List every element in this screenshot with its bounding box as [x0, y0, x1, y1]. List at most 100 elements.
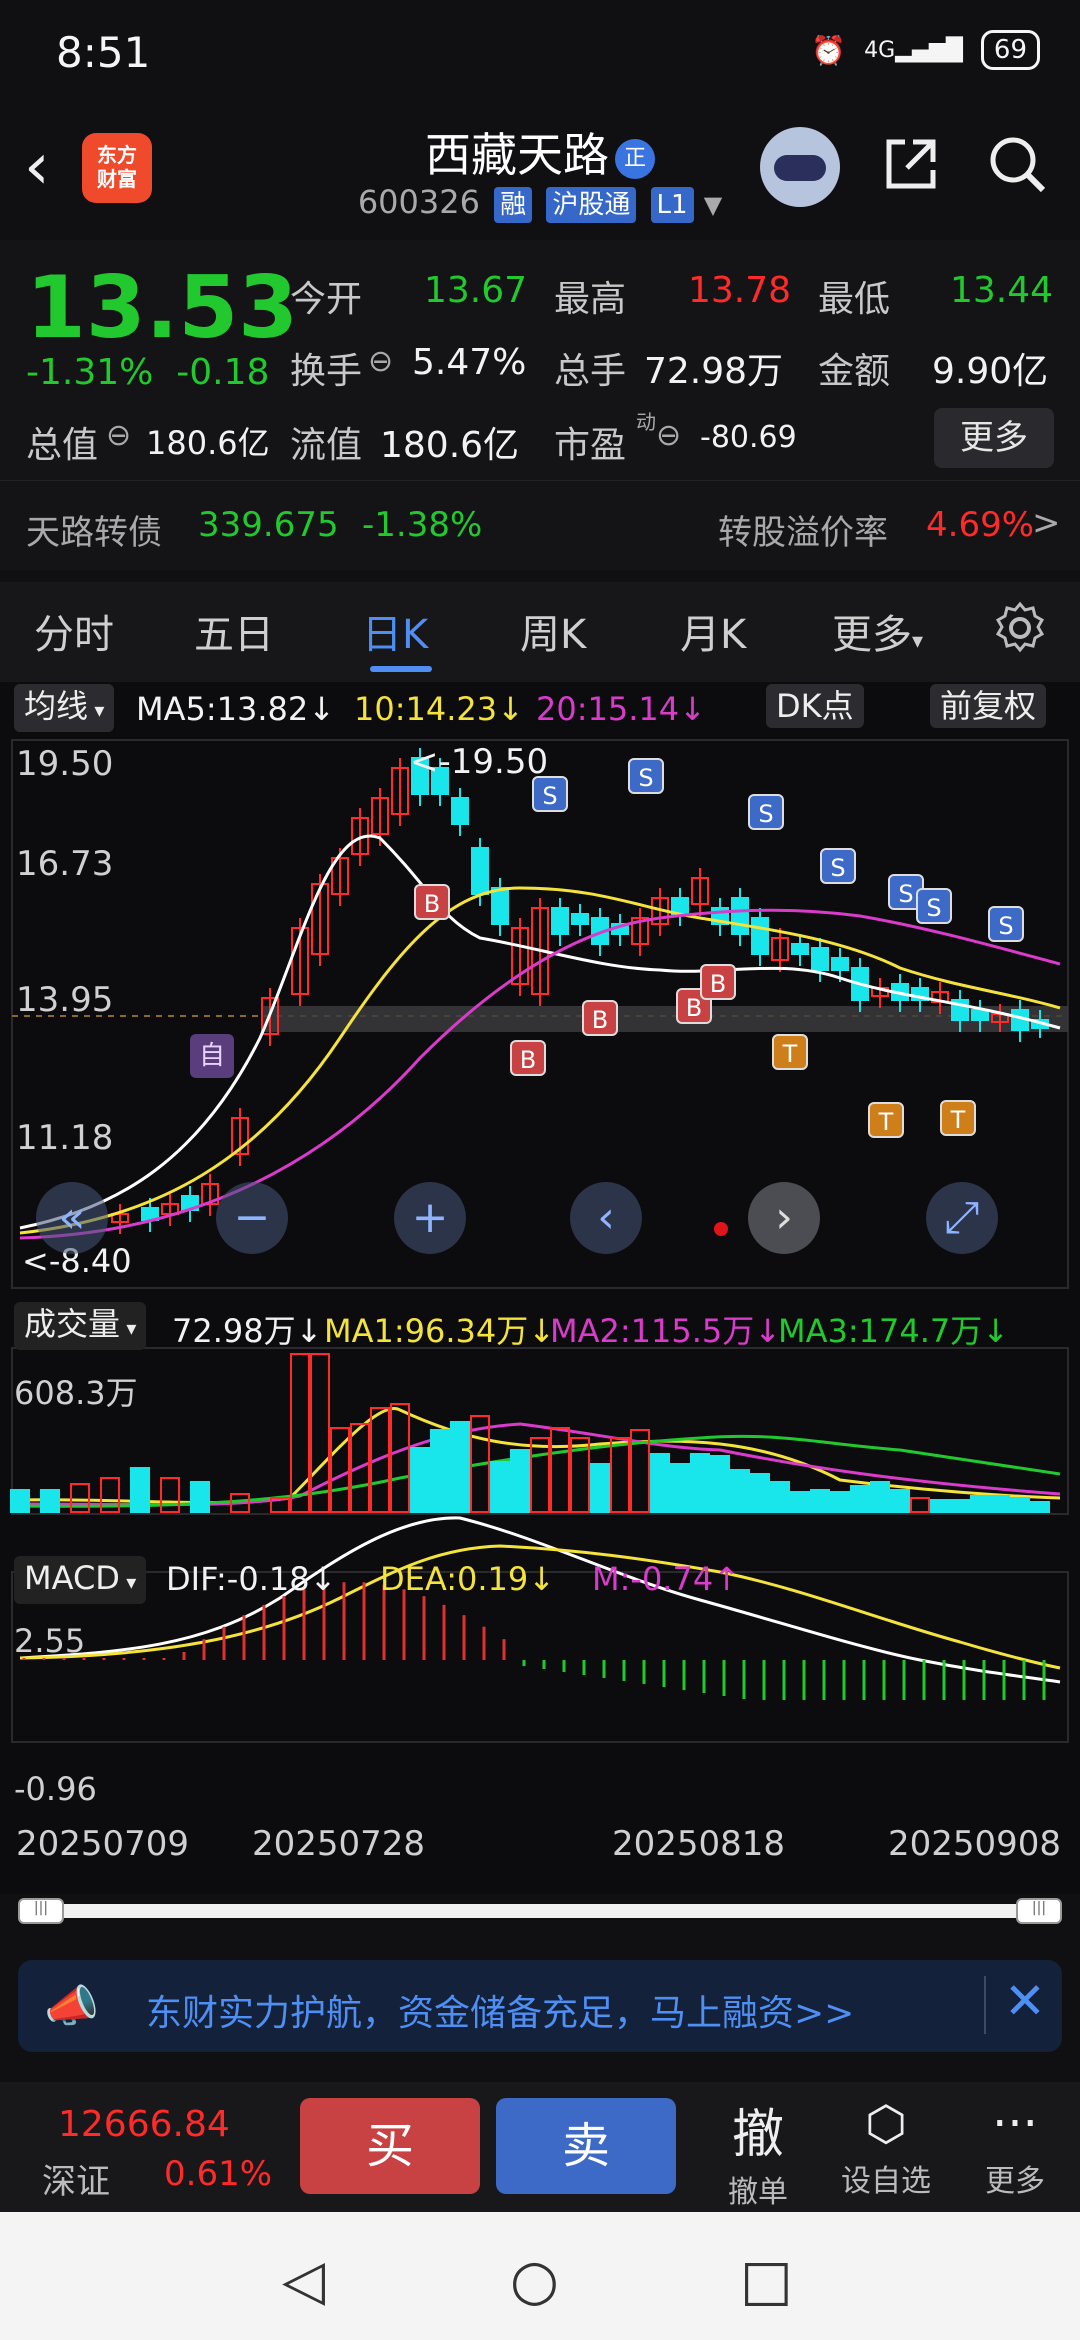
tab-five-day[interactable]: 五日 — [194, 602, 274, 660]
low-value: 13.44 — [950, 270, 1054, 311]
tag-level[interactable]: L1 — [650, 187, 694, 223]
dk-point-button[interactable]: DK点 — [766, 684, 864, 728]
self-select-marker[interactable]: 自 — [190, 1034, 234, 1078]
buy-button[interactable]: 买 — [300, 2098, 480, 2194]
rewind-icon[interactable]: « — [36, 1182, 108, 1254]
nav-recents-icon[interactable]: □ — [740, 2248, 793, 2313]
volume-bar — [650, 1453, 670, 1513]
status-bar: 8:51 ⏰ 4G▂▄▆█ 69 — [0, 0, 1080, 105]
assistant-robot-icon[interactable] — [760, 127, 840, 207]
amount-label: 金额 — [818, 351, 891, 392]
volume-value: 72.98万↓ — [172, 1312, 323, 1350]
high-value: 13.78 — [688, 270, 792, 311]
more-button[interactable]: ··· 更多 — [970, 2092, 1060, 2200]
t-signal-marker[interactable]: T — [772, 1034, 808, 1070]
more-quote-button[interactable]: 更多 — [934, 408, 1054, 468]
sell-button[interactable]: 卖 — [496, 2098, 676, 2194]
convertible-bond-row[interactable]: 天路转债 339.675 -1.38% 转股溢价率 4.69% > — [0, 480, 1080, 570]
zoom-out-icon[interactable]: − — [216, 1182, 288, 1254]
volume-indicator-select[interactable]: 成交量 ▾ — [14, 1302, 147, 1350]
buy-signal-marker[interactable]: B — [700, 964, 736, 1000]
macd-dif-value: DIF:-0.18↓ — [166, 1560, 337, 1598]
volume-bar — [530, 1437, 550, 1513]
macd-dif-line — [19, 1516, 1061, 1684]
candle-body — [731, 897, 749, 935]
vol-ma2-value: MA2:115.5万↓ — [550, 1312, 782, 1350]
kline-chart-area[interactable]: 均线 ▾ MA5:13.82↓ 10:14.23↓ 20:15.14↓ DK点 … — [0, 682, 1080, 1894]
macd-m-value: M:-0.74↑ — [592, 1560, 740, 1598]
sell-signal-marker[interactable]: S — [820, 848, 856, 884]
y-label-top: 19.50 — [16, 744, 114, 784]
date-1: 20250709 — [16, 1824, 190, 1864]
search-icon[interactable] — [982, 132, 1052, 202]
indicator-select[interactable]: 均线 ▾ — [14, 684, 115, 732]
mktcap-value: 180.6亿 — [146, 424, 270, 462]
sell-signal-marker[interactable]: S — [988, 906, 1024, 942]
range-slider-track[interactable] — [18, 1904, 1062, 1918]
scroll-left-icon[interactable]: ‹ — [570, 1182, 642, 1254]
pe-label: 市盈 — [554, 425, 627, 466]
candle-body — [551, 907, 569, 935]
tag-margin[interactable]: 融 — [494, 187, 533, 223]
bond-price: 339.675 — [198, 505, 339, 545]
tab-weekly-k[interactable]: 周K — [520, 602, 586, 660]
volume-bar — [160, 1477, 180, 1513]
volume-bar — [130, 1467, 150, 1513]
volume-bar — [770, 1481, 790, 1513]
tab-intraday[interactable]: 分时 — [34, 602, 114, 660]
volume-y-top: 608.3万 — [14, 1374, 138, 1412]
close-icon[interactable]: ✕ — [1004, 1972, 1046, 2030]
volume-bar — [750, 1473, 770, 1513]
info-icon[interactable]: ⊖ — [106, 418, 131, 453]
settings-gear-icon[interactable] — [992, 600, 1048, 660]
volume-bar — [930, 1499, 950, 1513]
volume-bar — [190, 1481, 210, 1513]
pe-value: -80.69 — [700, 420, 797, 455]
add-watchlist-button[interactable]: ⬡ 设自选 — [836, 2092, 936, 2200]
volume-bar — [550, 1427, 570, 1513]
t-signal-marker[interactable]: T — [940, 1100, 976, 1136]
vol-ma3-value: MA3:174.7万↓ — [778, 1312, 1010, 1350]
candle-body — [751, 917, 769, 955]
sell-signal-marker[interactable]: S — [532, 776, 568, 812]
buy-signal-marker[interactable]: B — [510, 1040, 546, 1076]
high-label: 最高 — [554, 279, 627, 320]
sell-signal-marker[interactable]: S — [748, 794, 784, 830]
tab-more[interactable]: 更多▾ — [832, 602, 923, 660]
volume-bar — [70, 1483, 90, 1513]
promo-banner[interactable]: 📣 东财实力护航，资金储备充足，马上融资>> ✕ — [18, 1960, 1062, 2052]
buy-signal-marker[interactable]: B — [414, 884, 450, 920]
tab-monthly-k[interactable]: 月K — [680, 602, 746, 660]
pct-change: -1.31% — [26, 352, 154, 393]
buy-signal-marker[interactable]: B — [582, 1000, 618, 1036]
share-icon[interactable] — [876, 132, 946, 202]
range-handle-right[interactable]: ||| — [1016, 1898, 1062, 1924]
sell-signal-marker[interactable]: S — [916, 888, 952, 924]
adjust-button[interactable]: 前复权 — [930, 684, 1047, 728]
y-label-4: 11.18 — [16, 1118, 114, 1158]
quote-panel: 13.53 -1.31% -0.18 今开 13.67 最高 13.78 最低 … — [0, 240, 1080, 570]
macd-indicator-select[interactable]: MACD ▾ — [14, 1556, 147, 1604]
macd-y-top: 2.55 — [14, 1622, 86, 1660]
range-handle-left[interactable]: ||| — [18, 1898, 64, 1924]
tag-connect[interactable]: 沪股通 — [546, 187, 637, 223]
scroll-right-icon[interactable]: › — [748, 1182, 820, 1254]
volume-bar — [710, 1455, 730, 1513]
nav-home-icon[interactable]: ○ — [510, 2248, 559, 2313]
sell-signal-marker[interactable]: S — [628, 758, 664, 794]
t-signal-marker[interactable]: T — [868, 1102, 904, 1138]
open-label: 今开 — [290, 279, 363, 320]
nav-back-icon[interactable]: ◁ — [282, 2248, 325, 2313]
tab-daily-k[interactable]: 日K — [362, 602, 428, 660]
high-marker: <-19.50 — [410, 742, 549, 782]
info-icon[interactable]: ⊖ — [368, 344, 393, 379]
date-2: 20250728 — [252, 1824, 426, 1864]
chevron-down-icon[interactable]: ▼ — [704, 191, 722, 219]
promo-divider — [984, 1976, 986, 2034]
fullscreen-icon[interactable]: ⤢ — [926, 1182, 998, 1254]
info-icon[interactable]: ⊖ — [656, 418, 681, 453]
live-dot — [714, 1222, 728, 1236]
cancel-order-button[interactable]: 撤 撤单 — [718, 2092, 798, 2211]
volume-bar — [450, 1421, 470, 1513]
zoom-in-icon[interactable]: + — [394, 1182, 466, 1254]
